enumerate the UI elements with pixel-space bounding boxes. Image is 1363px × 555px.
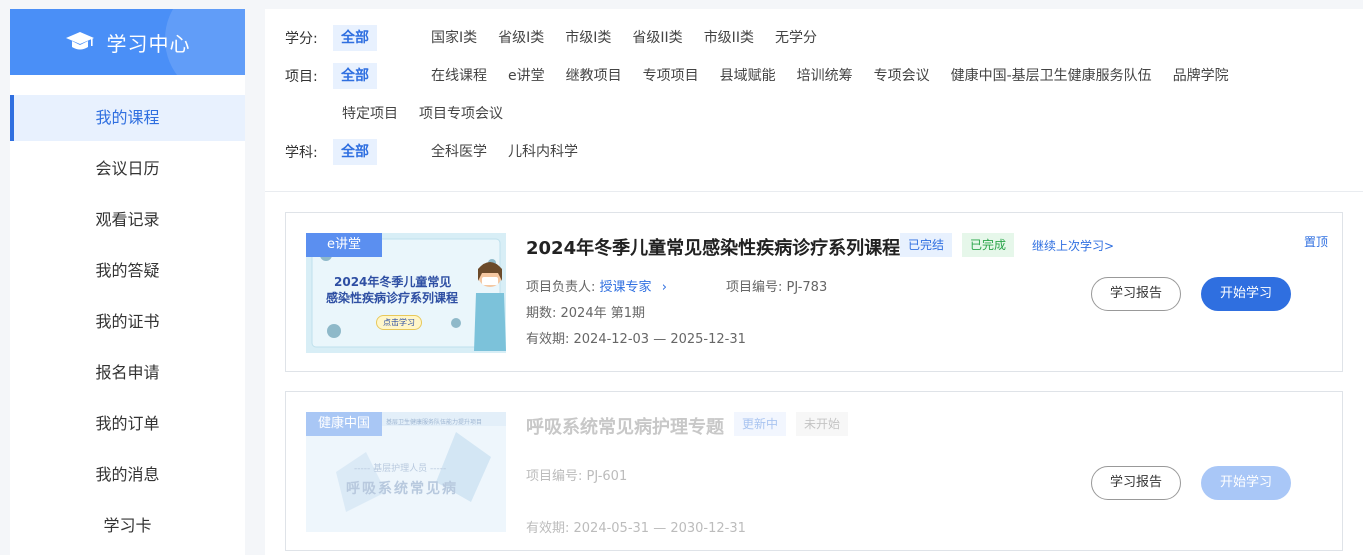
- sidebar-item-meeting-calendar[interactable]: 会议日历: [10, 146, 245, 192]
- course-leader-link[interactable]: 授课专家: [600, 280, 652, 295]
- course-tag: e讲堂: [306, 233, 382, 257]
- filter-label-credit: 学分:: [285, 31, 318, 47]
- filter-credit-option[interactable]: 市级II类: [695, 25, 763, 51]
- status-badge-updating: 更新中: [734, 412, 787, 436]
- filter-row-subject: 学科: 全部 全科医学 儿科内科学: [285, 139, 590, 165]
- filter-project-option[interactable]: 特定项目: [333, 101, 407, 127]
- course-card[interactable]: 健康中国 基层卫生健康服务队伍能力提升项目 ----- 基层护理人员 -----…: [285, 391, 1343, 551]
- sidebar-item-my-qa[interactable]: 我的答疑: [10, 248, 245, 294]
- chevron-right-icon[interactable]: ›: [662, 280, 667, 295]
- filter-credit-option[interactable]: 省级II类: [623, 25, 691, 51]
- course-thumb-title-1: 呼吸系统常见病: [346, 481, 458, 497]
- sidebar-menu: 我的课程 会议日历 观看记录 我的答疑 我的证书 报名申请 我的订单 我的消息 …: [10, 95, 245, 549]
- course-code: 项目编号: PJ-783: [726, 280, 828, 295]
- course-thumb-title-2: 感染性疾病诊疗系列课程: [326, 291, 459, 305]
- main-content: 学分: 全部 国家I类 省级I类 市级I类 省级II类 市级II类 无学分 项目…: [265, 9, 1363, 555]
- course-thumbnail[interactable]: 健康中国 基层卫生健康服务队伍能力提升项目 ----- 基层护理人员 -----…: [306, 412, 506, 532]
- course-title[interactable]: 呼吸系统常见病护理专题: [526, 413, 724, 439]
- filter-subject-option[interactable]: 全科医学: [422, 139, 496, 165]
- status-badge-not-started: 未开始: [796, 412, 849, 436]
- sidebar-header: 学习中心: [10, 9, 245, 75]
- filter-label-project: 项目:: [285, 69, 318, 85]
- course-period: 期数: 2024年 第1期: [526, 306, 645, 321]
- filter-subject-all[interactable]: 全部: [333, 139, 377, 165]
- filter-credit-option[interactable]: 无学分: [766, 25, 826, 51]
- sidebar: 学习中心 我的课程 会议日历 观看记录 我的答疑 我的证书 报名申请 我的订单 …: [10, 9, 245, 555]
- sidebar-item-my-orders[interactable]: 我的订单: [10, 401, 245, 447]
- course-validity: 有效期: 2024-05-31 — 2030-12-31: [526, 521, 746, 536]
- sidebar-item-my-messages[interactable]: 我的消息: [10, 452, 245, 498]
- filter-project-option[interactable]: 在线课程: [422, 63, 496, 89]
- course-thumb-header: 基层卫生健康服务队伍能力提升项目: [386, 419, 483, 426]
- status-badge-finished: 已完结: [900, 233, 953, 257]
- filter-subject-option[interactable]: 儿科内科学: [499, 139, 587, 165]
- course-tag: 健康中国: [306, 412, 382, 436]
- study-report-button[interactable]: 学习报告: [1091, 277, 1181, 311]
- filter-row-project: 项目: 全部 在线课程 e讲堂 继教项目 专项项目 县域赋能 培训统筹 专项会议…: [285, 63, 1241, 89]
- filter-label-subject: 学科:: [285, 145, 318, 161]
- course-thumb-title-1: 2024年冬季儿童常见: [334, 275, 452, 289]
- sidebar-item-registration[interactable]: 报名申请: [10, 350, 245, 396]
- sidebar-title: 学习中心: [106, 31, 191, 56]
- start-learning-button[interactable]: 开始学习: [1201, 466, 1291, 500]
- filter-project-option[interactable]: 专项会议: [865, 63, 939, 89]
- filter-row-credit: 学分: 全部 国家I类 省级I类 市级I类 省级II类 市级II类 无学分: [285, 25, 829, 51]
- filter-credit-option[interactable]: 国家I类: [422, 25, 486, 51]
- filter-row-project-more: 特定项目 项目专项会议: [333, 101, 515, 127]
- filter-panel: 学分: 全部 国家I类 省级I类 市级I类 省级II类 市级II类 无学分 项目…: [265, 9, 1363, 192]
- filter-project-all[interactable]: 全部: [333, 63, 377, 89]
- sidebar-item-study-card[interactable]: 学习卡: [10, 503, 245, 549]
- course-code: 项目编号: PJ-601: [526, 469, 628, 484]
- filter-project-option[interactable]: 培训统筹: [788, 63, 862, 89]
- pin-top-link[interactable]: 置顶: [1304, 233, 1328, 250]
- course-title[interactable]: 2024年冬季儿童常见感染性疾病诊疗系列课程: [526, 234, 900, 260]
- filter-project-option[interactable]: 健康中国-基层卫生健康服务队伍: [942, 63, 1161, 89]
- course-leader: 项目负责人: 授课专家 ›: [526, 276, 667, 295]
- course-thumb-subtitle: ----- 基层护理人员 -----: [354, 464, 447, 474]
- course-thumb-button: 点击学习: [376, 315, 422, 330]
- filter-project-option[interactable]: 项目专项会议: [410, 101, 512, 127]
- filter-project-option[interactable]: 县域赋能: [711, 63, 785, 89]
- course-validity: 有效期: 2024-12-03 — 2025-12-31: [526, 332, 746, 347]
- filter-project-option[interactable]: e讲堂: [499, 63, 554, 89]
- course-card[interactable]: e讲堂 2024年冬季儿童常见 感染性疾病诊疗系列课程 点击学习 2024年冬季…: [285, 212, 1343, 372]
- filter-credit-option[interactable]: 省级I类: [489, 25, 553, 51]
- filter-project-option[interactable]: 继教项目: [557, 63, 631, 89]
- sidebar-item-watch-history[interactable]: 观看记录: [10, 197, 245, 243]
- sidebar-item-my-courses[interactable]: 我的课程: [10, 95, 245, 141]
- filter-credit-all[interactable]: 全部: [333, 25, 377, 51]
- course-thumbnail[interactable]: e讲堂 2024年冬季儿童常见 感染性疾病诊疗系列课程 点击学习: [306, 233, 506, 353]
- start-learning-button[interactable]: 开始学习: [1201, 277, 1291, 311]
- course-leader-label: 项目负责人:: [526, 280, 596, 295]
- study-report-button[interactable]: 学习报告: [1091, 466, 1181, 500]
- continue-learning-link[interactable]: 继续上次学习>: [1032, 237, 1114, 254]
- filter-project-option[interactable]: 品牌学院: [1164, 63, 1238, 89]
- graduation-cap-icon: [65, 32, 94, 50]
- status-badge-completed: 已完成: [962, 233, 1015, 257]
- sidebar-item-my-certificates[interactable]: 我的证书: [10, 299, 245, 345]
- filter-project-option[interactable]: 专项项目: [634, 63, 708, 89]
- filter-credit-option[interactable]: 市级I类: [556, 25, 620, 51]
